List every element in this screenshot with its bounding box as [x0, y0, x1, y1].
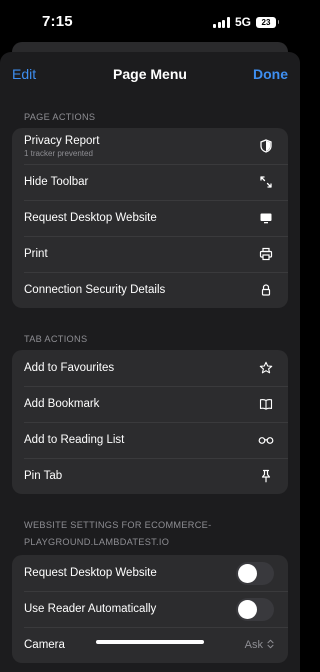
camera-value[interactable]: Ask	[245, 639, 274, 652]
add-bookmark-row[interactable]: Add Bookmark	[12, 386, 288, 422]
website-settings-group: Request Desktop Website Use Reader Autom…	[12, 555, 288, 663]
request-desktop-row[interactable]: Request Desktop Website	[12, 200, 288, 236]
connection-security-row[interactable]: Connection Security Details	[12, 272, 288, 308]
pin-tab-row[interactable]: Pin Tab	[12, 458, 288, 494]
request-desktop-label: Request Desktop Website	[24, 212, 157, 224]
camera-value-text: Ask	[244, 639, 263, 651]
pin-tab-label: Pin Tab	[24, 470, 63, 482]
pin-icon	[258, 468, 274, 484]
add-to-favourites-label: Add to Favourites	[24, 362, 115, 374]
glasses-icon	[258, 432, 274, 448]
privacy-report-label: Privacy Report	[24, 134, 100, 147]
add-bookmark-label: Add Bookmark	[24, 398, 100, 410]
use-reader-automatically-toggle[interactable]	[236, 597, 274, 621]
request-desktop-website-setting-row: Request Desktop Website	[12, 555, 288, 591]
website-settings-header-line1: WEBSITE SETTINGS FOR ECOMMERCE-	[24, 520, 212, 530]
desktop-icon	[258, 210, 274, 226]
status-time: 7:15	[42, 13, 73, 30]
book-icon	[258, 396, 274, 412]
status-indicators: 5G 23	[213, 15, 279, 29]
hide-toolbar-label: Hide Toolbar	[24, 176, 89, 188]
request-desktop-website-setting-label: Request Desktop Website	[24, 567, 157, 579]
tab-actions-group: Add to Favourites Add Bookmark Add to Re…	[12, 350, 288, 494]
shield-icon	[258, 138, 274, 154]
done-button[interactable]: Done	[253, 66, 288, 82]
privacy-report-sublabel: 1 tracker prevented	[24, 148, 93, 158]
add-to-reading-list-label: Add to Reading List	[24, 434, 125, 446]
page-menu-sheet: Edit Page Menu Done PAGE ACTIONS Privacy…	[0, 52, 300, 672]
printer-icon	[258, 246, 274, 262]
privacy-report-row[interactable]: Privacy Report 1 tracker prevented	[12, 128, 288, 164]
request-desktop-website-toggle[interactable]	[236, 561, 274, 585]
network-type: 5G	[234, 15, 251, 29]
add-to-favourites-row[interactable]: Add to Favourites	[12, 350, 288, 386]
signal-icon	[213, 16, 230, 28]
star-icon	[258, 360, 274, 376]
page-actions-group: Privacy Report 1 tracker prevented Hide …	[12, 128, 288, 308]
use-reader-automatically-label: Use Reader Automatically	[24, 603, 157, 615]
connection-security-label: Connection Security Details	[24, 284, 166, 296]
battery-level: 23	[261, 17, 271, 27]
lock-icon	[258, 282, 274, 298]
section-header-tab-actions: TAB ACTIONS	[24, 334, 88, 344]
camera-setting-row[interactable]: Camera Ask	[12, 627, 288, 663]
resize-arrows-icon	[258, 174, 274, 190]
hide-toolbar-row[interactable]: Hide Toolbar	[12, 164, 288, 200]
home-indicator[interactable]	[96, 640, 204, 644]
chevron-up-down-icon	[267, 639, 274, 652]
battery-icon: 23	[256, 16, 279, 28]
status-bar: 7:15 5G 23	[0, 0, 300, 44]
nav-bar: Edit Page Menu Done	[0, 52, 300, 96]
section-header-website-settings: WEBSITE SETTINGS FOR ECOMMERCE- PLAYGROU…	[12, 518, 288, 549]
website-settings-header-line2: PLAYGROUND.LAMBDATEST.IO	[24, 537, 170, 547]
print-row[interactable]: Print	[12, 236, 288, 272]
add-to-reading-list-row[interactable]: Add to Reading List	[12, 422, 288, 458]
print-label: Print	[24, 248, 48, 260]
use-reader-automatically-row: Use Reader Automatically	[12, 591, 288, 627]
section-header-page-actions: PAGE ACTIONS	[24, 112, 96, 122]
